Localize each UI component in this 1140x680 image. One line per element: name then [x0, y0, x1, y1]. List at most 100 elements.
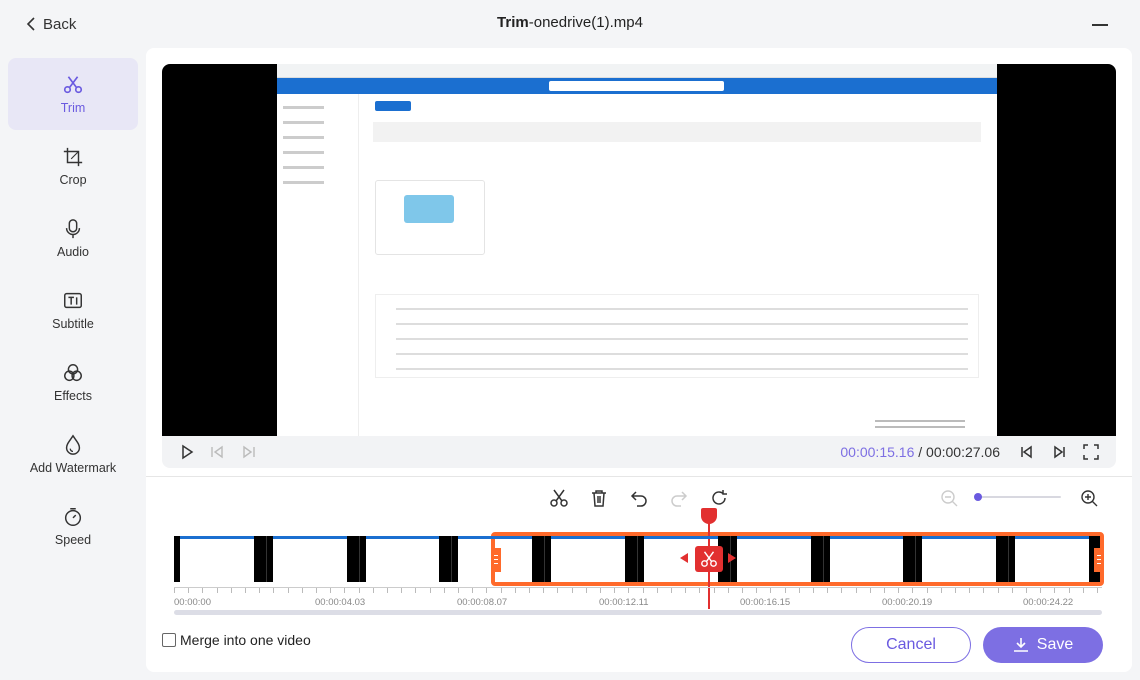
sidebar-item-subtitle[interactable]: Subtitle: [8, 274, 138, 346]
current-time: 00:00:15.16: [840, 444, 915, 460]
time-separator: /: [914, 444, 927, 460]
ruler-tick: [1068, 588, 1070, 593]
ruler-tick: [1054, 588, 1056, 593]
ruler-tick: [614, 588, 616, 593]
speed-icon: [64, 507, 82, 526]
ruler-tick: [770, 588, 772, 593]
ruler-tick: [543, 588, 545, 593]
ruler-tick: [784, 588, 786, 593]
ruler-tick: [699, 588, 701, 593]
split-scissors-button[interactable]: [695, 546, 723, 572]
timeline-thumbnail: [359, 536, 453, 582]
ruler-tick: [245, 588, 246, 593]
trim-end-handle[interactable]: [1094, 548, 1104, 572]
tick-label: 00:00:24.22: [1023, 597, 1074, 608]
cut-icon[interactable]: [549, 488, 569, 508]
ruler-tick: [174, 588, 175, 593]
sidebar-item-add-watermark[interactable]: Add Watermark: [8, 418, 138, 490]
scissors-icon: [701, 551, 717, 567]
ruler-tick: [869, 588, 871, 593]
zoom-out-icon[interactable]: [939, 488, 959, 508]
tick-label: 00:00:00: [174, 597, 211, 608]
redo-icon[interactable]: [669, 488, 689, 508]
reset-icon[interactable]: [709, 488, 729, 508]
ruler-tick: [855, 588, 857, 593]
sidebar-item-label: Speed: [54, 532, 92, 547]
ruler-tick: [742, 588, 743, 593]
step-back-icon[interactable]: [1018, 443, 1036, 461]
sidebar-item-label: Add Watermark: [29, 460, 117, 475]
ruler-tick: [1026, 588, 1027, 593]
sidebar-item-speed[interactable]: Speed: [8, 490, 138, 562]
sidebar-item-label: Crop: [59, 172, 87, 187]
next-frame-icon[interactable]: [240, 443, 258, 461]
delete-icon[interactable]: [589, 488, 609, 508]
ruler-tick: [884, 588, 885, 593]
merge-option[interactable]: Merge into one video: [162, 632, 311, 648]
ruler-tick: [756, 588, 758, 593]
ruler-tick: [500, 588, 502, 593]
split-left-arrow: [680, 553, 688, 563]
video-preview[interactable]: [162, 64, 1116, 436]
sidebar-item-trim[interactable]: Trim: [8, 58, 138, 130]
timeline-ruler: [174, 587, 1102, 595]
tool-sidebar: Trim Crop Audio Subtitle Effects Add Wat…: [8, 58, 138, 562]
sidebar-item-effects[interactable]: Effects: [8, 346, 138, 418]
editor-panel: 00:00:15.16 / 00:00:27.06 00:00:00 00:00…: [146, 48, 1132, 672]
sidebar-item-audio[interactable]: Audio: [8, 202, 138, 274]
title-filename: -onedrive(1).mp4: [528, 14, 643, 31]
tick-label: 00:00:08.07: [457, 597, 508, 608]
ruler-tick: [529, 588, 530, 593]
ruler-tick: [514, 588, 516, 593]
trim-start-handle[interactable]: [491, 548, 501, 572]
ruler-tick: [827, 588, 829, 593]
zoom-slider-handle[interactable]: [974, 493, 982, 501]
ruler-tick: [287, 588, 289, 593]
save-label: Save: [1036, 636, 1074, 653]
ruler-tick: [429, 588, 431, 593]
ruler-tick: [798, 588, 800, 593]
trim-selection[interactable]: [491, 532, 1104, 586]
timeline-scrollbar[interactable]: [174, 610, 1102, 615]
ruler-tick: [727, 588, 729, 593]
ruler-tick: [1082, 588, 1084, 593]
ruler-tick: [216, 588, 218, 593]
ruler-tick: [415, 588, 417, 593]
sidebar-item-label: Effects: [54, 388, 92, 403]
sidebar-item-label: Subtitle: [52, 316, 94, 331]
step-forward-icon[interactable]: [1050, 443, 1068, 461]
ruler-tick: [230, 588, 232, 593]
effects-icon: [64, 363, 82, 381]
cancel-button[interactable]: Cancel: [851, 627, 971, 663]
zoom-slider-track[interactable]: [975, 496, 1061, 498]
sidebar-item-label: Audio: [57, 244, 89, 259]
save-button[interactable]: Save: [983, 627, 1103, 663]
fullscreen-icon[interactable]: [1082, 443, 1100, 461]
ruler-tick: [372, 588, 374, 593]
microphone-icon: [65, 218, 81, 238]
ruler-tick: [259, 588, 261, 593]
window-title: Trim-onedrive(1).mp4: [0, 14, 1140, 31]
video-frame: [277, 64, 997, 436]
previous-frame-icon[interactable]: [208, 443, 226, 461]
cancel-label: Cancel: [886, 636, 936, 653]
minimize-button[interactable]: [1092, 24, 1108, 26]
undo-icon[interactable]: [629, 488, 649, 508]
ruler-tick: [188, 588, 190, 593]
ruler-tick: [344, 588, 346, 593]
merge-checkbox[interactable]: [162, 633, 176, 647]
sidebar-item-crop[interactable]: Crop: [8, 130, 138, 202]
ruler-tick: [1097, 588, 1098, 593]
total-time: 00:00:27.06: [926, 444, 1000, 460]
ruler-tick: [926, 588, 928, 593]
play-icon[interactable]: [178, 443, 196, 461]
ruler-tick: [1011, 588, 1013, 593]
ruler-tick: [912, 588, 914, 593]
zoom-in-icon[interactable]: [1079, 488, 1099, 508]
ruler-tick: [557, 588, 559, 593]
ruler-tick: [628, 588, 630, 593]
ruler-tick: [1040, 588, 1042, 593]
playhead-handle[interactable]: [701, 508, 717, 524]
ruler-tick: [202, 588, 204, 593]
watermark-icon: [65, 434, 81, 455]
